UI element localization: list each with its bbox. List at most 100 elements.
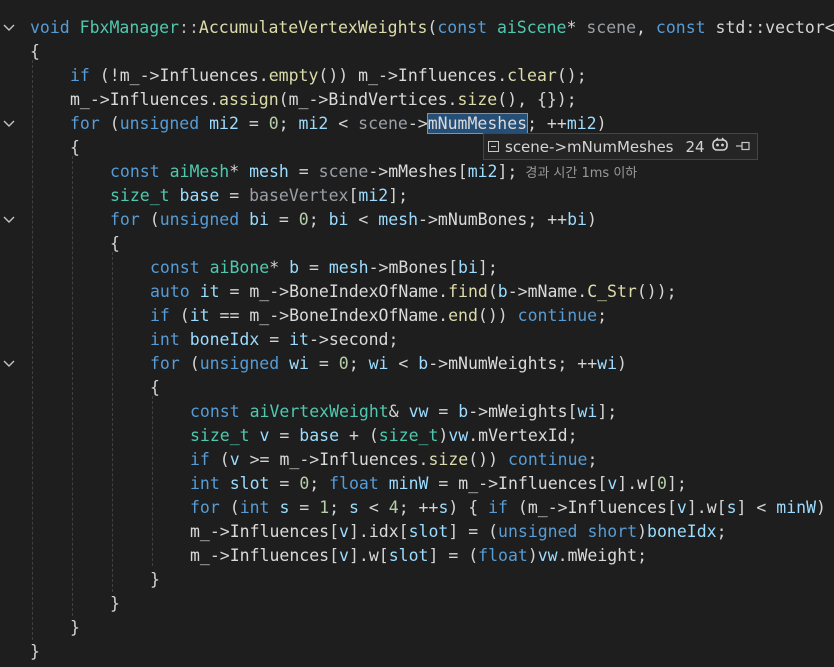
- code-line[interactable]: for (int s = 1; s < 4; ++s) { if (m_->In…: [190, 496, 826, 520]
- punctuation: ()): [477, 306, 518, 325]
- code-line[interactable]: if (v >= m_->Influences.size()) continue…: [190, 448, 597, 472]
- code-line[interactable]: size_t base = baseVertex[mi2];: [110, 184, 408, 208]
- code-line[interactable]: void FbxManager::AccumulateVertexWeights…: [30, 16, 834, 40]
- variable: bi: [567, 210, 587, 229]
- copilot-icon[interactable]: [711, 137, 729, 157]
- number: 1: [319, 498, 330, 517]
- datatip-value[interactable]: 24: [686, 138, 705, 156]
- number: 0: [657, 474, 667, 493]
- datatip-tooltip[interactable]: scene->mNumMeshes 24: [483, 133, 758, 160]
- fold-chevron-icon[interactable]: [2, 16, 16, 40]
- code-line[interactable]: }: [110, 592, 120, 616]
- fold-chevron-icon[interactable]: [2, 112, 16, 136]
- code-line[interactable]: auto it = m_->BoneIndexOfName.find(b->mN…: [150, 280, 677, 304]
- fold-chevron-icon[interactable]: [2, 208, 16, 232]
- fold-chevron-icon[interactable]: [2, 352, 16, 376]
- code-line[interactable]: m_->Influences[v].w[slot] = (float)vw.mW…: [190, 544, 647, 568]
- variable: bi: [328, 210, 349, 229]
- type-name: aiMesh: [169, 162, 230, 181]
- code-line[interactable]: if (!m_->Influences.empty()) m_->Influen…: [70, 64, 587, 88]
- code-line[interactable]: for (unsigned wi = 0; wi < b->mNumWeight…: [150, 352, 627, 376]
- punctuation: ].: [617, 474, 638, 493]
- code-line[interactable]: const aiMesh* mesh = scene->mMeshes[mi2]…: [110, 160, 637, 184]
- operator: ->: [478, 474, 499, 493]
- operator: .: [557, 546, 568, 565]
- variable: bi: [458, 258, 478, 277]
- type-name: size_t: [190, 426, 250, 445]
- operator: ->: [308, 330, 329, 349]
- pin-icon[interactable]: [735, 138, 751, 156]
- function-name: find: [448, 282, 488, 301]
- operator: <: [358, 498, 389, 517]
- punctuation: ();: [556, 66, 587, 85]
- keyword: if: [70, 66, 90, 85]
- operator: ==: [209, 306, 250, 325]
- variable: wi: [368, 354, 389, 373]
- member: Influences: [319, 450, 419, 469]
- operator: =: [288, 162, 319, 181]
- number: 4: [388, 498, 399, 517]
- code-line[interactable]: for (unsigned bi = 0; bi < mesh->mNumBon…: [110, 208, 597, 232]
- member: w: [637, 474, 648, 493]
- function-name: end: [448, 306, 478, 325]
- operator: .: [447, 90, 458, 109]
- variable: s: [726, 498, 737, 517]
- punctuation: (: [278, 90, 289, 109]
- code-line[interactable]: }: [70, 616, 80, 640]
- keyword: int: [239, 498, 270, 517]
- operator: <: [328, 114, 359, 133]
- variable: minW: [776, 498, 817, 517]
- variable: mesh: [249, 162, 289, 181]
- code-line[interactable]: size_t v = base + (size_t)vw.mVertexId;: [190, 424, 578, 448]
- code-line[interactable]: {: [110, 232, 120, 256]
- member: BoneIndexOfName: [289, 306, 439, 325]
- operator: ->: [378, 66, 398, 85]
- operator: ::: [179, 18, 199, 37]
- variable: boneIdx: [189, 330, 260, 349]
- operator: =: [428, 402, 459, 421]
- operator: >=: [239, 450, 280, 469]
- operator: =: [219, 186, 250, 205]
- punctuation: ];: [666, 474, 687, 493]
- variable: slot: [388, 546, 429, 565]
- code-line[interactable]: }: [150, 568, 160, 592]
- punctuation: (!: [89, 66, 120, 85]
- punctuation: (: [209, 450, 230, 469]
- member: m_: [190, 546, 210, 565]
- keyword: unsigned: [199, 354, 280, 373]
- code-line[interactable]: int slot = 0; float minW = m_->Influence…: [190, 472, 687, 496]
- code-line[interactable]: {: [70, 136, 80, 160]
- punctuation: ) {: [448, 498, 489, 517]
- code-line[interactable]: const aiBone* b = mesh->mBones[bi];: [150, 256, 498, 280]
- member: Influences: [567, 498, 667, 517]
- variable: vw: [537, 546, 558, 565]
- punctuation: ; ++: [527, 114, 567, 133]
- punctuation: (: [139, 210, 160, 229]
- type-name: size_t: [110, 186, 170, 205]
- type-name: aiVertexWeight: [249, 402, 389, 421]
- selected-member[interactable]: mNumMeshes: [426, 113, 529, 134]
- code-line[interactable]: }: [30, 640, 40, 664]
- code-line[interactable]: if (it == m_->BoneIndexOfName.end()) con…: [150, 304, 607, 328]
- code-line[interactable]: {: [30, 40, 40, 64]
- punctuation: (), {});: [497, 90, 577, 109]
- function-name: clear: [507, 66, 557, 85]
- punctuation: ; ++: [557, 354, 598, 373]
- punctuation: (: [99, 114, 120, 133]
- variable: base: [299, 426, 340, 445]
- variable: s: [438, 498, 449, 517]
- brace: {: [110, 234, 120, 253]
- code-line[interactable]: int boneIdx = it->second;: [150, 328, 398, 352]
- code-line[interactable]: {: [150, 376, 160, 400]
- variable: boneIdx: [647, 522, 717, 541]
- operator: =: [428, 474, 459, 493]
- code-line[interactable]: const aiVertexWeight& vw = b->mWeights[w…: [190, 400, 617, 424]
- code-line[interactable]: m_->Influences[v].idx[slot] = (unsigned …: [190, 520, 727, 544]
- code-editor[interactable]: void FbxManager::AccumulateVertexWeights…: [0, 0, 834, 667]
- number: 0: [268, 114, 279, 133]
- member: Influences: [109, 90, 210, 109]
- expand-icon[interactable]: [488, 141, 499, 152]
- code-line[interactable]: m_->Influences.assign(m_->BindVertices.s…: [70, 88, 577, 112]
